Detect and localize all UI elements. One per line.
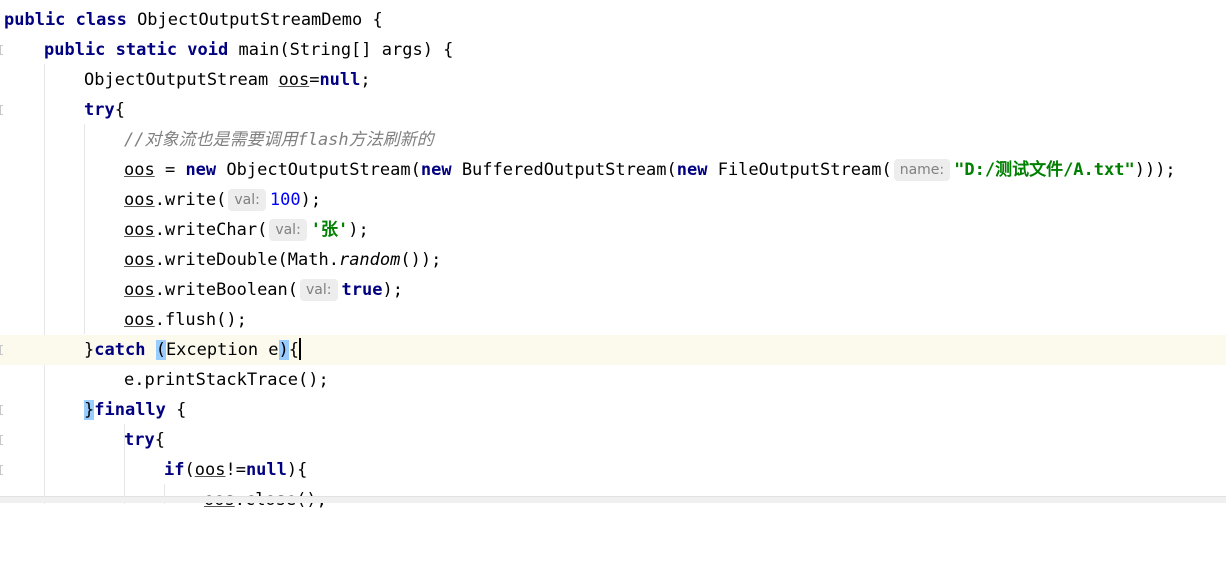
keyword: public class — [4, 10, 127, 30]
keyword: null — [245, 460, 287, 480]
brace: { — [114, 100, 125, 120]
code-line[interactable]: }finally { — [0, 395, 1226, 425]
code-line[interactable]: oos.write(val: 100); — [0, 185, 1226, 215]
fold-marker-icon[interactable] — [0, 45, 3, 55]
code-editor[interactable]: public class ObjectOutputStreamDemo { pu… — [0, 0, 1226, 510]
code-text: ){ — [286, 460, 308, 480]
type-name: ObjectOutputStream — [84, 70, 279, 90]
parameter-hint: val: — [228, 189, 266, 211]
code-line[interactable]: if(oos!=null){ — [0, 455, 1226, 485]
code-text: e.printStackTrace(); — [124, 370, 329, 390]
variable-oos: oos — [124, 220, 155, 240]
code-text: Exception e — [165, 340, 279, 360]
method-signature: main(String[] args) { — [228, 40, 454, 60]
code-text: ); — [382, 280, 403, 300]
variable-oos: oos — [124, 250, 155, 270]
code-line[interactable]: try{ — [0, 425, 1226, 455]
matched-paren: ( — [155, 340, 166, 360]
code-line[interactable]: e.printStackTrace(); — [0, 365, 1226, 395]
fold-marker-icon[interactable] — [0, 465, 3, 475]
keyword: null — [319, 70, 361, 90]
fold-marker-icon[interactable] — [0, 435, 3, 445]
char-literal: '张' — [310, 220, 349, 240]
brace: { — [165, 400, 187, 420]
code-line[interactable]: try{ — [0, 95, 1226, 125]
code-text: FileOutputStream( — [707, 160, 892, 180]
keyword: true — [341, 280, 383, 300]
matched-brace: } — [84, 400, 95, 420]
number-literal: 100 — [269, 190, 301, 210]
code-line[interactable]: oos.writeDouble(Math.random()); — [0, 245, 1226, 275]
variable-oos: oos — [124, 190, 155, 210]
keyword: catch — [94, 340, 146, 360]
code-line[interactable]: oos.flush(); — [0, 305, 1226, 335]
parameter-hint: val: — [269, 219, 307, 241]
keyword: public static void — [44, 40, 229, 60]
code-text: .write( — [154, 190, 227, 210]
parameter-hint: name: — [893, 159, 951, 181]
code-text: .writeDouble(Math. — [154, 250, 339, 270]
code-text: .writeBoolean( — [154, 280, 299, 300]
semicolon: ; — [360, 70, 371, 90]
keyword: finally — [94, 400, 166, 420]
class-declaration: ObjectOutputStreamDemo { — [126, 10, 383, 30]
code-line[interactable]: ObjectOutputStream oos=null; — [0, 65, 1226, 95]
keyword: new — [420, 160, 452, 180]
keyword: try — [84, 100, 115, 120]
variable-oos: oos — [194, 460, 226, 480]
keyword: try — [124, 430, 155, 450]
static-method: random — [338, 250, 401, 270]
code-line[interactable]: oos = new ObjectOutputStream(new Buffere… — [0, 155, 1226, 185]
matched-paren: ) — [278, 340, 289, 360]
code-line[interactable]: //对象流也是需要调用flash方法刷新的 — [0, 125, 1226, 155]
variable-oos: oos — [124, 280, 155, 300]
parameter-hint: val: — [300, 279, 338, 301]
code-line[interactable]: public static void main(String[] args) { — [0, 35, 1226, 65]
keyword: new — [185, 160, 217, 180]
brace: { — [154, 430, 165, 450]
fold-marker-icon[interactable] — [0, 345, 3, 355]
code-text: .writeChar( — [154, 220, 268, 240]
code-text: BufferedOutputStream( — [451, 160, 677, 180]
code-text: ( — [184, 460, 195, 480]
code-text: ()); — [400, 250, 442, 270]
variable-oos: oos — [278, 70, 310, 90]
code-text: ); — [348, 220, 369, 240]
code-text: ); — [300, 190, 322, 210]
code-comment: //对象流也是需要调用flash方法刷新的 — [124, 130, 434, 150]
keyword: new — [676, 160, 708, 180]
code-line[interactable]: oos.writeBoolean(val: true); — [0, 275, 1226, 305]
code-text: = — [154, 160, 186, 180]
fold-marker-icon[interactable] — [0, 105, 3, 115]
code-line-current[interactable]: }catch (Exception e){ — [0, 335, 1226, 365]
variable-oos: oos — [124, 160, 155, 180]
code-text: .flush(); — [154, 310, 247, 330]
brace: } — [84, 340, 95, 360]
brace: { — [288, 340, 300, 360]
text-caret — [299, 338, 302, 360]
code-text: ))); — [1134, 160, 1176, 180]
variable-oos: oos — [124, 310, 155, 330]
keyword: if — [164, 460, 185, 480]
horizontal-scrollbar[interactable] — [0, 496, 1226, 503]
operator: = — [309, 70, 320, 90]
string-literal: "D:/测试文件/A.txt" — [954, 160, 1135, 180]
code-line[interactable]: public class ObjectOutputStreamDemo { — [0, 5, 1226, 35]
fold-marker-icon[interactable] — [0, 405, 3, 415]
code-text: ObjectOutputStream( — [216, 160, 421, 180]
code-line[interactable]: oos.writeChar(val: '张'); — [0, 215, 1226, 245]
code-text: != — [225, 460, 246, 480]
